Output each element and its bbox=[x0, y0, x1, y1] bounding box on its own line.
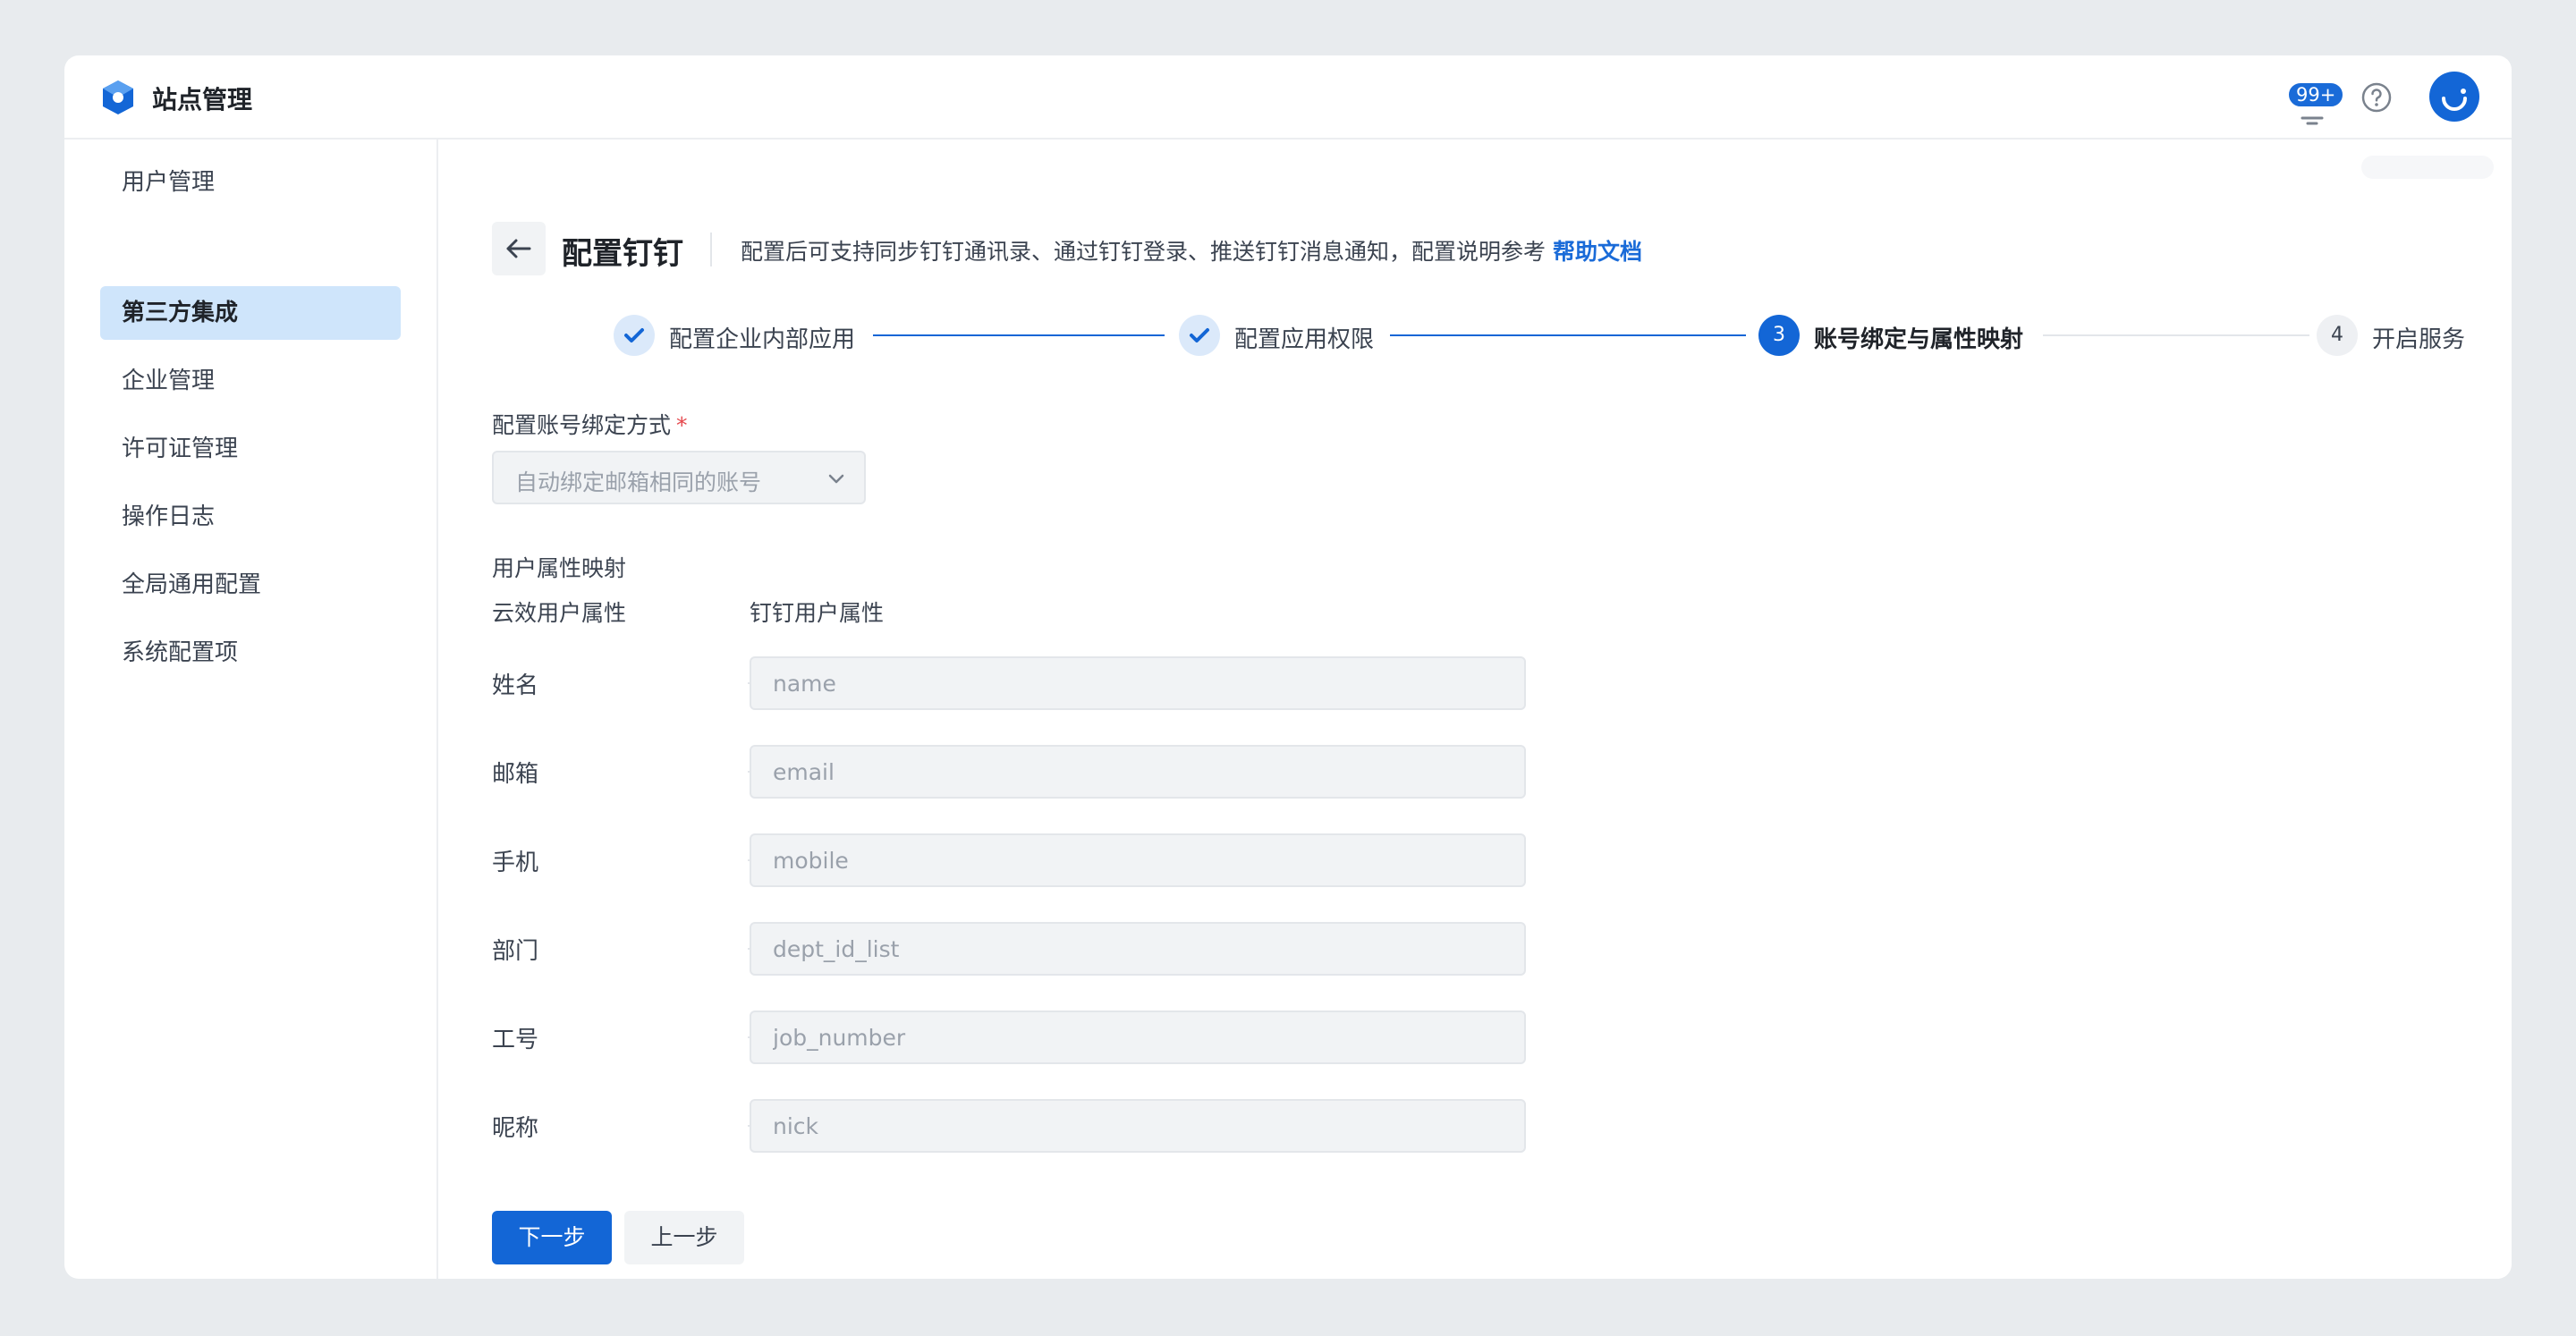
sidebar-item-global-config[interactable]: 全局通用配置 bbox=[100, 558, 401, 612]
mapping-label-name: 姓名 bbox=[492, 672, 539, 699]
sidebar-item-user-management[interactable]: 用户管理 bbox=[100, 156, 401, 209]
top-bar: 站点管理 99+ bbox=[64, 55, 2512, 140]
attribute-mapping-title: 用户属性映射 bbox=[492, 555, 627, 581]
mapping-label-mobile: 手机 bbox=[492, 850, 539, 876]
sidebar-item-enterprise-management[interactable]: 企业管理 bbox=[100, 354, 401, 408]
prev-step-button[interactable]: 上一步 bbox=[624, 1211, 744, 1264]
app-window: 站点管理 99+ 用户管理 第三方集成 企业管理 许可证管理 操作日志 全局通用… bbox=[64, 55, 2512, 1279]
sidebar-item-third-party-integration[interactable]: 第三方集成 bbox=[100, 286, 401, 340]
step-3-label: 账号绑定与属性映射 bbox=[1814, 326, 2024, 353]
app-logo-icon bbox=[103, 80, 133, 114]
mapping-label-email: 邮箱 bbox=[492, 761, 539, 788]
binding-method-label: 配置账号绑定方式 * bbox=[492, 408, 688, 440]
binding-method-value: 自动绑定邮箱相同的账号 bbox=[515, 469, 762, 495]
next-step-button[interactable]: 下一步 bbox=[492, 1211, 612, 1264]
mapping-label-job-number: 工号 bbox=[492, 1027, 539, 1053]
app-title: 站点管理 bbox=[152, 85, 253, 114]
required-mark: * bbox=[676, 412, 688, 438]
step-connector-3 bbox=[2043, 334, 2309, 336]
step-2-indicator bbox=[1179, 315, 1220, 356]
mapping-label-nickname: 昵称 bbox=[492, 1115, 539, 1142]
sidebar-item-system-config[interactable]: 系统配置项 bbox=[100, 626, 401, 680]
page-description: 配置后可支持同步钉钉通讯录、通过钉钉登录、推送钉钉消息通知，配置说明参考 帮助文… bbox=[741, 234, 1642, 266]
sidebar: 用户管理 第三方集成 企业管理 许可证管理 操作日志 全局通用配置 系统配置项 bbox=[64, 140, 438, 1279]
avatar-icon bbox=[2442, 89, 2467, 111]
page-title: 配置钉钉 bbox=[562, 236, 683, 272]
step-connector-1 bbox=[873, 334, 1165, 336]
notification-badge: 99+ bbox=[2286, 80, 2346, 109]
chevron-down-icon bbox=[828, 474, 844, 484]
sidebar-item-license-management[interactable]: 许可证管理 bbox=[100, 422, 401, 476]
mapping-input-nickname[interactable] bbox=[750, 1099, 1526, 1153]
binding-method-select[interactable]: 自动绑定邮箱相同的账号 bbox=[492, 451, 866, 504]
step-1-label: 配置企业内部应用 bbox=[669, 326, 856, 353]
mapping-input-name[interactable] bbox=[750, 656, 1526, 710]
col-header-yunxiao: 云效用户属性 bbox=[492, 600, 627, 626]
mapping-input-email[interactable] bbox=[750, 745, 1526, 799]
check-icon bbox=[624, 328, 644, 342]
step-1-indicator bbox=[614, 315, 655, 356]
mapping-input-mobile[interactable] bbox=[750, 833, 1526, 887]
back-button[interactable] bbox=[492, 222, 546, 275]
help-doc-link[interactable]: 帮助文档 bbox=[1553, 239, 1642, 265]
mapping-input-job-number[interactable] bbox=[750, 1010, 1526, 1064]
page-description-text: 配置后可支持同步钉钉通讯录、通过钉钉登录、推送钉钉消息通知，配置说明参考 bbox=[741, 239, 1546, 265]
step-4-label: 开启服务 bbox=[2372, 326, 2466, 353]
check-icon bbox=[1190, 328, 1209, 342]
col-header-dingtalk: 钉钉用户属性 bbox=[750, 600, 885, 626]
avatar[interactable] bbox=[2429, 72, 2479, 122]
binding-method-label-text: 配置账号绑定方式 bbox=[492, 412, 672, 438]
arrow-left-icon bbox=[506, 239, 531, 258]
step-3-indicator: 3 bbox=[1758, 315, 1800, 356]
main-content: 配置钉钉 配置后可支持同步钉钉通讯录、通过钉钉登录、推送钉钉消息通知，配置说明参… bbox=[440, 140, 2512, 1279]
mapping-label-department: 部门 bbox=[492, 938, 539, 965]
step-4-indicator: 4 bbox=[2317, 315, 2358, 356]
step-connector-2 bbox=[1390, 334, 1746, 336]
notification-button[interactable]: 99+ bbox=[2281, 68, 2346, 131]
mapping-input-department[interactable] bbox=[750, 922, 1526, 976]
title-divider bbox=[710, 233, 712, 266]
help-icon[interactable] bbox=[2360, 80, 2394, 114]
step-2-label: 配置应用权限 bbox=[1234, 326, 1375, 353]
sidebar-item-operation-log[interactable]: 操作日志 bbox=[100, 490, 401, 544]
placeholder-pill bbox=[2361, 156, 2494, 179]
